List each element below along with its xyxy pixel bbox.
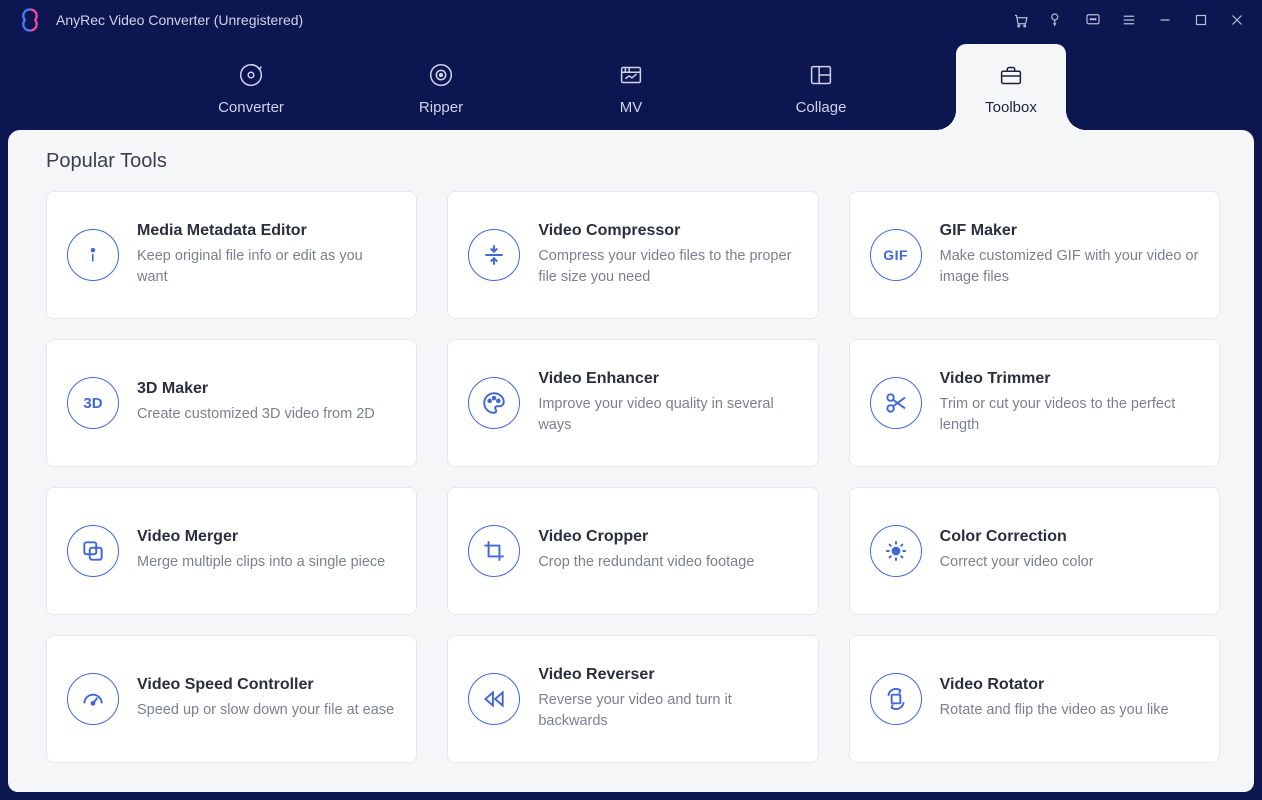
- tool-desc: Make customized GIF with your video or i…: [940, 246, 1199, 288]
- tool-desc: Crop the redundant video footage: [538, 552, 797, 573]
- minimize-button[interactable]: [1156, 11, 1174, 29]
- feedback-icon[interactable]: [1084, 11, 1102, 29]
- 3d-icon: 3D: [67, 377, 119, 429]
- tab-label: Ripper: [419, 99, 463, 116]
- tool-card-compressor[interactable]: Video Compressor Compress your video fil…: [447, 191, 818, 319]
- rotate-icon: [870, 673, 922, 725]
- tool-title: Video Rotator: [940, 676, 1199, 694]
- tool-title: Video Speed Controller: [137, 676, 396, 694]
- tab-label: Toolbox: [985, 99, 1037, 116]
- section-title: Popular Tools: [46, 150, 1244, 173]
- window-controls: [1012, 11, 1246, 29]
- tool-desc: Trim or cut your videos to the perfect l…: [940, 394, 1199, 436]
- scissors-icon: [870, 377, 922, 429]
- tool-card-rotator[interactable]: Video Rotator Rotate and flip the video …: [849, 635, 1220, 763]
- tool-card-metadata[interactable]: Media Metadata Editor Keep original file…: [46, 191, 417, 319]
- tab-label: MV: [620, 99, 643, 116]
- mv-icon: [615, 59, 647, 91]
- compress-icon: [468, 229, 520, 281]
- tab-collage[interactable]: Collage: [766, 44, 876, 130]
- key-icon[interactable]: [1048, 11, 1066, 29]
- tool-title: Media Metadata Editor: [137, 222, 396, 240]
- close-button[interactable]: [1228, 11, 1246, 29]
- tool-card-3dmaker[interactable]: 3D 3D Maker Create customized 3D video f…: [46, 339, 417, 467]
- app-window: AnyRec Video Converter (Unregistered): [0, 0, 1262, 800]
- app-logo-icon: [16, 6, 44, 34]
- titlebar: AnyRec Video Converter (Unregistered): [0, 0, 1262, 40]
- tool-title: Video Trimmer: [940, 370, 1199, 388]
- menu-icon[interactable]: [1120, 11, 1138, 29]
- gif-icon: GIF: [870, 229, 922, 281]
- crop-icon: [468, 525, 520, 577]
- maximize-button[interactable]: [1192, 11, 1210, 29]
- tool-desc: Reverse your video and turn it backwards: [538, 690, 797, 732]
- tool-card-gifmaker[interactable]: GIF GIF Maker Make customized GIF with y…: [849, 191, 1220, 319]
- tab-ripper[interactable]: Ripper: [386, 44, 496, 130]
- tool-card-trimmer[interactable]: Video Trimmer Trim or cut your videos to…: [849, 339, 1220, 467]
- tool-card-enhancer[interactable]: Video Enhancer Improve your video qualit…: [447, 339, 818, 467]
- tool-desc: Compress your video files to the proper …: [538, 246, 797, 288]
- tool-card-colorcorr[interactable]: Color Correction Correct your video colo…: [849, 487, 1220, 615]
- tab-label: Collage: [796, 99, 847, 116]
- rewind-icon: [468, 673, 520, 725]
- tool-desc: Keep original file info or edit as you w…: [137, 246, 396, 288]
- tool-title: Video Compressor: [538, 222, 797, 240]
- brightness-icon: [870, 525, 922, 577]
- tool-card-cropper[interactable]: Video Cropper Crop the redundant video f…: [447, 487, 818, 615]
- tab-label: Converter: [218, 99, 284, 116]
- tool-card-speed[interactable]: Video Speed Controller Speed up or slow …: [46, 635, 417, 763]
- palette-icon: [468, 377, 520, 429]
- tool-title: Color Correction: [940, 528, 1199, 546]
- tool-title: GIF Maker: [940, 222, 1199, 240]
- tool-title: 3D Maker: [137, 380, 396, 398]
- cart-icon[interactable]: [1012, 11, 1030, 29]
- tool-title: Video Cropper: [538, 528, 797, 546]
- converter-icon: [235, 59, 267, 91]
- collage-icon: [805, 59, 837, 91]
- tool-desc: Merge multiple clips into a single piece: [137, 552, 396, 573]
- tab-mv[interactable]: MV: [576, 44, 686, 130]
- tool-desc: Improve your video quality in several wa…: [538, 394, 797, 436]
- tool-desc: Speed up or slow down your file at ease: [137, 700, 396, 721]
- tab-converter[interactable]: Converter: [196, 44, 306, 130]
- merge-icon: [67, 525, 119, 577]
- tool-title: Video Enhancer: [538, 370, 797, 388]
- toolbox-icon: [995, 59, 1027, 91]
- ripper-icon: [425, 59, 457, 91]
- speedometer-icon: [67, 673, 119, 725]
- tool-card-merger[interactable]: Video Merger Merge multiple clips into a…: [46, 487, 417, 615]
- content-area: Popular Tools Media Metadata Editor Keep…: [8, 130, 1254, 792]
- app-title: AnyRec Video Converter (Unregistered): [56, 12, 303, 28]
- tool-title: Video Merger: [137, 528, 396, 546]
- tool-desc: Correct your video color: [940, 552, 1199, 573]
- tool-desc: Rotate and flip the video as you like: [940, 700, 1199, 721]
- tool-desc: Create customized 3D video from 2D: [137, 404, 396, 425]
- tab-toolbox[interactable]: Toolbox: [956, 44, 1066, 130]
- tools-scroll[interactable]: Media Metadata Editor Keep original file…: [46, 191, 1244, 782]
- tools-grid: Media Metadata Editor Keep original file…: [46, 191, 1220, 763]
- main-tabs: Converter Ripper MV Collage Toolbox: [0, 40, 1262, 130]
- tool-title: Video Reverser: [538, 666, 797, 684]
- tool-card-reverser[interactable]: Video Reverser Reverse your video and tu…: [447, 635, 818, 763]
- info-icon: [67, 229, 119, 281]
